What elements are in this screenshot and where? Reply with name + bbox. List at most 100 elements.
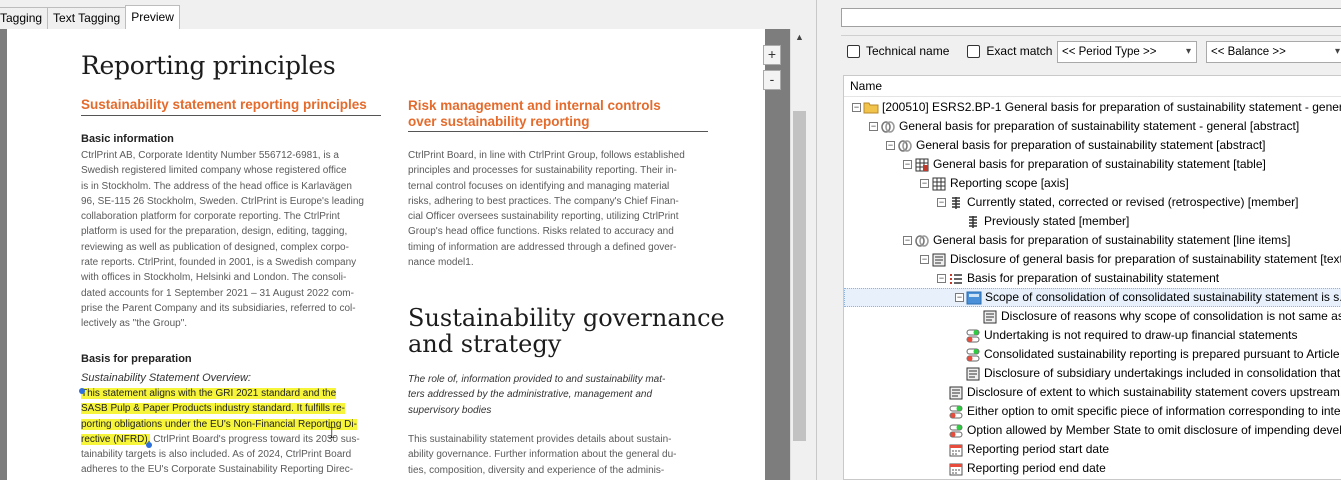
governance-intro: The role of, information provided to and… bbox=[408, 372, 708, 418]
paragraph-line: nance model1. bbox=[408, 257, 474, 269]
chevron-down-icon: ▾ bbox=[1185, 46, 1191, 57]
document-scrollbar[interactable]: ▲ bbox=[790, 29, 808, 480]
period-type-select[interactable]: << Period Type >> ▾ bbox=[1057, 41, 1197, 63]
tab-text-tagging[interactable]: Text Tagging bbox=[47, 7, 127, 29]
technical-name-checkbox[interactable] bbox=[847, 44, 860, 58]
tree-row-label: Scope of consolidation of consolidated s… bbox=[985, 290, 1341, 304]
tree-row[interactable]: − Scope of consolidation of consolidated … bbox=[844, 288, 1341, 307]
collapse-toggle-icon[interactable]: − bbox=[886, 141, 895, 150]
paragraph-line: with offices in Stockholm, Helsinki and … bbox=[81, 272, 347, 284]
paragraph-line: ters addressed by the administrative, ma… bbox=[408, 389, 653, 401]
tree-row-label: Consolidated sustainability reporting is… bbox=[984, 347, 1341, 361]
highlighted-text[interactable]: SASB Pulp & Paper Products industry stan… bbox=[81, 403, 346, 415]
basis-heading: Basis for preparation bbox=[81, 353, 192, 365]
highlighted-text[interactable]: porting obligations under the EU's Non-F… bbox=[81, 418, 357, 430]
tree-row[interactable]: − Reporting scope [axis] bbox=[920, 174, 1069, 193]
governance-title: Sustainability governance and strategy bbox=[408, 305, 728, 357]
collapse-toggle-icon[interactable]: − bbox=[920, 179, 929, 188]
tree-row[interactable]: Disclosure of subsidiary undertakings in… bbox=[954, 364, 1341, 383]
tree-row[interactable]: Either option to omit specific piece of … bbox=[937, 402, 1341, 421]
paragraph-line: Swedish registered limited company whose… bbox=[81, 165, 347, 177]
tree-row[interactable]: − [200510] ESRS2.BP-1 General basis for p… bbox=[852, 98, 1341, 117]
tree-row[interactable]: − General basis for preparation of sustai… bbox=[869, 117, 1299, 136]
tree-row-label: Disclosure of general basis for preparat… bbox=[950, 252, 1341, 266]
tree-row[interactable]: Consolidated sustainability reporting is… bbox=[954, 345, 1341, 364]
paragraph-line: The role of, information provided to and… bbox=[408, 374, 666, 385]
collapse-toggle-icon[interactable]: − bbox=[903, 236, 912, 245]
exact-match-checkbox[interactable] bbox=[967, 44, 981, 58]
paragraph-line: is in Stockholm. The address of the head… bbox=[81, 180, 352, 192]
highlighted-text[interactable]: This statement aligns with the GRI 2021 … bbox=[81, 388, 337, 399]
basis-subheading: Sustainability Statement Overview: bbox=[81, 372, 251, 384]
document-page: Reporting principles Sustainability stat… bbox=[7, 29, 765, 480]
tree-row[interactable]: − General basis for preparation of sustai… bbox=[903, 231, 1291, 250]
highlighted-text[interactable]: rective (NFRD). bbox=[81, 433, 151, 445]
collapse-toggle-icon[interactable]: − bbox=[869, 122, 878, 131]
collapse-toggle-icon[interactable]: − bbox=[955, 293, 964, 302]
tree-row[interactable]: − General basis for preparation of sustai… bbox=[886, 136, 1266, 155]
zoom-out-button[interactable]: - bbox=[763, 70, 781, 90]
selection-start-handle[interactable] bbox=[79, 388, 85, 394]
tree-row[interactable]: Option allowed by Member State to omit d… bbox=[937, 421, 1341, 440]
text-block-icon bbox=[965, 367, 981, 381]
collapse-toggle-icon[interactable]: − bbox=[852, 103, 861, 112]
taxonomy-panel: Technical name Exact match << Period Typ… bbox=[816, 0, 1341, 480]
tab-tagging[interactable]: Tagging bbox=[0, 7, 49, 29]
tree-row[interactable]: − Currently stated, corrected or revised … bbox=[937, 193, 1298, 212]
tab-preview[interactable]: Preview bbox=[125, 5, 180, 29]
paragraph-line: supervisory bodies bbox=[408, 404, 492, 416]
risk-title-line2: over sustainability reporting bbox=[408, 114, 590, 129]
link-icon bbox=[914, 234, 930, 248]
balance-select[interactable]: << Balance >> ▾ bbox=[1206, 41, 1341, 63]
tree-row[interactable]: Reporting period end date bbox=[937, 459, 1106, 478]
link-icon bbox=[880, 120, 896, 134]
collapse-toggle-icon[interactable]: − bbox=[920, 255, 929, 264]
scroll-up-icon[interactable]: ▲ bbox=[791, 29, 808, 45]
paragraph-line: cial Officer oversees sustainability rep… bbox=[408, 211, 679, 223]
mouse-cursor-icon: ⌶ bbox=[327, 425, 337, 442]
tree-row-label: Previously stated [member] bbox=[984, 214, 1130, 228]
taxonomy-search-input[interactable] bbox=[841, 8, 1341, 27]
paragraph-line: timing of information are addressed thro… bbox=[408, 241, 677, 253]
page-title: Reporting principles bbox=[81, 51, 336, 80]
taxonomy-tree[interactable]: Name − [200510] ESRS2.BP-1 General basis … bbox=[843, 75, 1341, 480]
tree-row-label: [200510] ESRS2.BP-1 General basis for pr… bbox=[882, 100, 1341, 114]
governance-body: This sustainability statement provides d… bbox=[408, 432, 708, 478]
enum-icon bbox=[966, 291, 982, 305]
paragraph-line: rate reports. CtrlPrint, founded in 2001… bbox=[81, 257, 357, 269]
member-icon bbox=[948, 196, 964, 210]
tree-row[interactable]: − General basis for preparation of sustai… bbox=[903, 155, 1266, 174]
paragraph-line: prise the Parent Company and its subsidi… bbox=[81, 302, 356, 314]
boolean-icon bbox=[948, 424, 964, 438]
preview-pane: Tagging Text Tagging Preview Reporting p… bbox=[0, 0, 808, 480]
tree-row[interactable]: Reporting period start date bbox=[937, 440, 1109, 459]
collapse-toggle-icon[interactable]: − bbox=[903, 160, 912, 169]
tree-row-label: Reporting period end date bbox=[967, 461, 1106, 475]
section-title-reporting-principles: Sustainability statement reporting princ… bbox=[81, 97, 381, 116]
tree-row[interactable]: − Disclosure of general basis for prepara… bbox=[920, 250, 1341, 269]
text-block-icon bbox=[948, 386, 964, 400]
tree-row-label: General basis for preparation of sustain… bbox=[916, 138, 1266, 152]
divider bbox=[841, 35, 1341, 36]
tree-row-label: Disclosure of subsidiary undertakings in… bbox=[984, 366, 1341, 380]
tree-row[interactable]: Previously stated [member] bbox=[954, 212, 1129, 231]
tree-row[interactable]: Disclosure of extent to which sustainabi… bbox=[937, 383, 1341, 402]
scrollbar-thumb[interactable] bbox=[793, 111, 806, 441]
exact-match-label: Exact match bbox=[986, 44, 1053, 58]
zoom-in-button[interactable]: + bbox=[763, 45, 781, 65]
column-header-name[interactable]: Name bbox=[844, 76, 1341, 97]
tree-row[interactable]: − Basis for preparation of sustainability… bbox=[937, 269, 1219, 288]
paragraph-line: This statement aligns with the GRI 2021 … bbox=[81, 386, 381, 401]
tree-row[interactable]: Undertaking is not required to draw-up f… bbox=[954, 326, 1298, 345]
collapse-toggle-icon[interactable]: − bbox=[937, 274, 946, 283]
tree-row[interactable]: Disclosure of reasons why scope of conso… bbox=[971, 307, 1341, 326]
paragraph-line: ties, composition, diversity and experie… bbox=[408, 464, 665, 476]
collapse-toggle-icon[interactable]: − bbox=[937, 198, 946, 207]
document-viewport[interactable]: Reporting principles Sustainability stat… bbox=[0, 29, 790, 480]
paragraph-line: CtrlPrint Board, in line with CtrlPrint … bbox=[408, 150, 685, 161]
selection-end-handle[interactable] bbox=[146, 442, 152, 448]
